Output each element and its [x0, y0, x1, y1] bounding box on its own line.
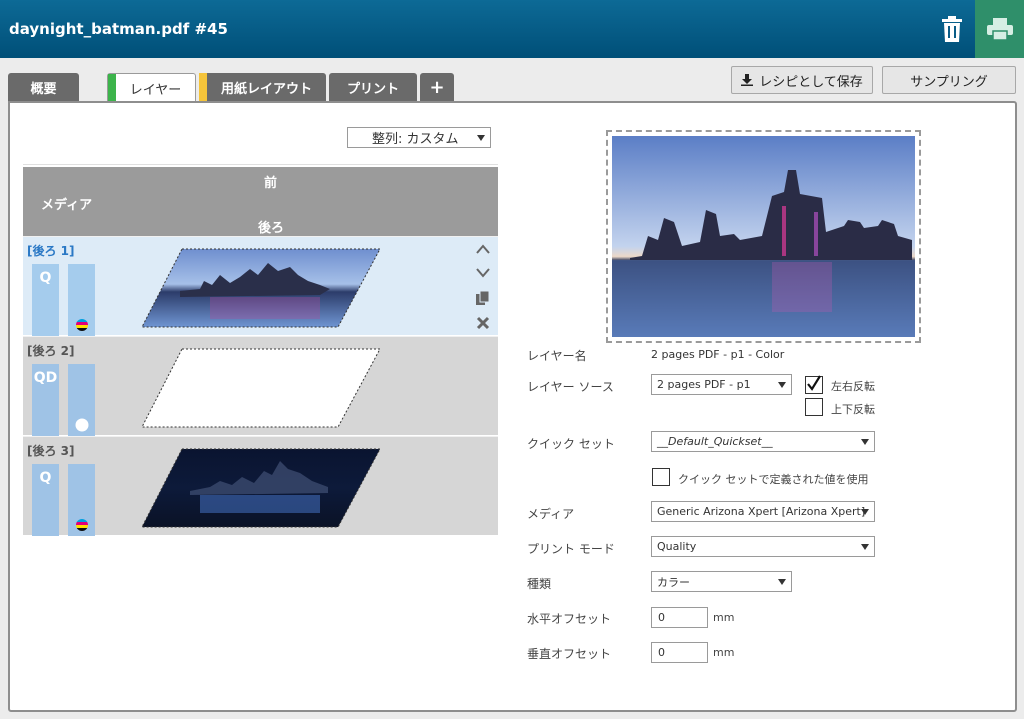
tab-color-marker — [199, 73, 207, 101]
chevron-down-icon — [861, 508, 869, 515]
preview-image — [612, 136, 915, 337]
print-mode-label: QD — [33, 370, 58, 386]
quickset-label: クイック セット — [527, 437, 615, 451]
front-label: 前 — [264, 176, 278, 191]
print-mode-label: プリント モード — [527, 542, 615, 556]
layer-thumbnail — [141, 448, 381, 528]
v-offset-unit: mm — [713, 646, 735, 659]
media-value: Generic Arizona Xpert [Arizona Xpert] — [657, 505, 866, 518]
print-mode-select[interactable]: Quality — [651, 536, 875, 557]
cmyk-ink-icon — [76, 519, 88, 531]
job-title: daynight_batman.pdf #45 — [9, 20, 228, 38]
layer-name: [後ろ 1] — [27, 244, 75, 258]
tab-media-layout[interactable]: 用紙レイアウト — [199, 73, 326, 101]
print-mode-column: QD — [32, 364, 59, 436]
flip-horizontal-checkbox[interactable] — [805, 375, 823, 394]
layer-source-value: 2 pages PDF - p1 — [657, 378, 751, 391]
layer-name-label: レイヤー名 — [527, 349, 587, 363]
layer-preview — [606, 130, 921, 343]
layer-thumbnail — [141, 248, 381, 328]
tab-add[interactable]: + — [420, 73, 454, 101]
layer-list-header: 前 メディア 後ろ — [23, 167, 498, 236]
layer-source-select[interactable]: 2 pages PDF - p1 — [651, 374, 792, 395]
layer-source-label: レイヤー ソース — [527, 380, 614, 394]
layer-row[interactable]: [後ろ 3] Q — [23, 436, 498, 536]
chevron-down-icon — [861, 438, 869, 445]
chevron-down-icon — [778, 578, 786, 585]
use-quickset-checkbox[interactable] — [652, 468, 670, 486]
print-mode-column: Q — [32, 464, 59, 536]
copy-icon[interactable] — [475, 290, 491, 306]
layer-row[interactable]: [後ろ 1] Q — [23, 236, 498, 336]
delete-button[interactable] — [929, 0, 975, 58]
sort-value: 整列: カスタム — [372, 132, 459, 147]
tab-overview[interactable]: 概要 — [8, 73, 79, 101]
chevron-up-icon[interactable] — [475, 243, 491, 255]
tab-label: レイヤー — [129, 82, 182, 98]
divider — [23, 164, 498, 165]
chevron-down-icon — [477, 134, 485, 141]
use-quickset-label: クイック セットで定義された値を使用 — [678, 473, 869, 486]
white-ink-icon — [75, 418, 89, 432]
layer-name: [後ろ 2] — [27, 344, 75, 358]
v-offset-label: 垂直オフセット — [527, 647, 612, 661]
close-icon[interactable] — [475, 315, 491, 331]
tab-print[interactable]: プリント — [329, 73, 417, 101]
tab-color-marker — [108, 74, 116, 102]
print-mode-label: Q — [39, 470, 52, 486]
media-label: メディア — [527, 507, 575, 521]
tab-label: 用紙レイアウト — [220, 81, 312, 97]
type-value: カラー — [657, 575, 690, 589]
h-offset-input[interactable]: 0 — [651, 607, 708, 628]
tab-label: プリント — [346, 81, 399, 97]
quickset-value: __Default_Quickset__ — [657, 435, 773, 448]
trash-icon — [942, 16, 962, 42]
download-icon — [741, 74, 754, 86]
flip-vertical-checkbox[interactable] — [805, 398, 823, 416]
h-offset-unit: mm — [713, 611, 735, 624]
media-select[interactable]: Generic Arizona Xpert [Arizona Xpert] — [651, 501, 875, 522]
sort-select[interactable]: 整列: カスタム — [347, 127, 491, 148]
type-label: 種類 — [527, 577, 552, 591]
tab-layers[interactable]: レイヤー — [107, 73, 196, 102]
layer-thumbnail — [141, 348, 381, 428]
checkmark-icon — [807, 375, 821, 391]
tab-label: 概要 — [30, 81, 57, 97]
print-mode-label: Q — [39, 270, 52, 286]
title-bar: daynight_batman.pdf #45 — [0, 0, 1024, 58]
print-mode-column: Q — [32, 264, 59, 336]
chevron-down-icon — [778, 381, 786, 388]
v-offset-value: 0 — [658, 646, 665, 659]
print-button[interactable] — [975, 0, 1024, 58]
chevron-down-icon — [861, 543, 869, 550]
media-label: メディア — [41, 198, 93, 213]
ink-column — [68, 464, 95, 536]
save-recipe-button[interactable]: レシピとして保存 — [731, 66, 873, 94]
sampling-button[interactable]: サンプリング — [882, 66, 1016, 94]
layer-name: [後ろ 3] — [27, 444, 75, 458]
ink-column — [68, 364, 95, 436]
chevron-down-icon[interactable] — [475, 267, 491, 279]
flip-horizontal-label: 左右反転 — [831, 380, 875, 393]
layer-name-value: 2 pages PDF - p1 - Color — [651, 348, 785, 361]
cmyk-ink-icon — [76, 319, 88, 331]
flip-vertical-label: 上下反転 — [831, 403, 875, 416]
h-offset-label: 水平オフセット — [527, 612, 612, 626]
save-recipe-label: レシピとして保存 — [759, 74, 863, 90]
printer-icon — [986, 18, 1013, 40]
type-select[interactable]: カラー — [651, 571, 792, 592]
back-label: 後ろ — [258, 221, 285, 236]
h-offset-value: 0 — [658, 611, 665, 624]
layer-row[interactable]: [後ろ 2] QD — [23, 336, 498, 436]
print-mode-value: Quality — [657, 540, 697, 553]
ink-column — [68, 264, 95, 336]
sampling-label: サンプリング — [910, 74, 988, 90]
quickset-select[interactable]: __Default_Quickset__ — [651, 431, 875, 452]
v-offset-input[interactable]: 0 — [651, 642, 708, 663]
plus-icon: + — [429, 76, 445, 98]
